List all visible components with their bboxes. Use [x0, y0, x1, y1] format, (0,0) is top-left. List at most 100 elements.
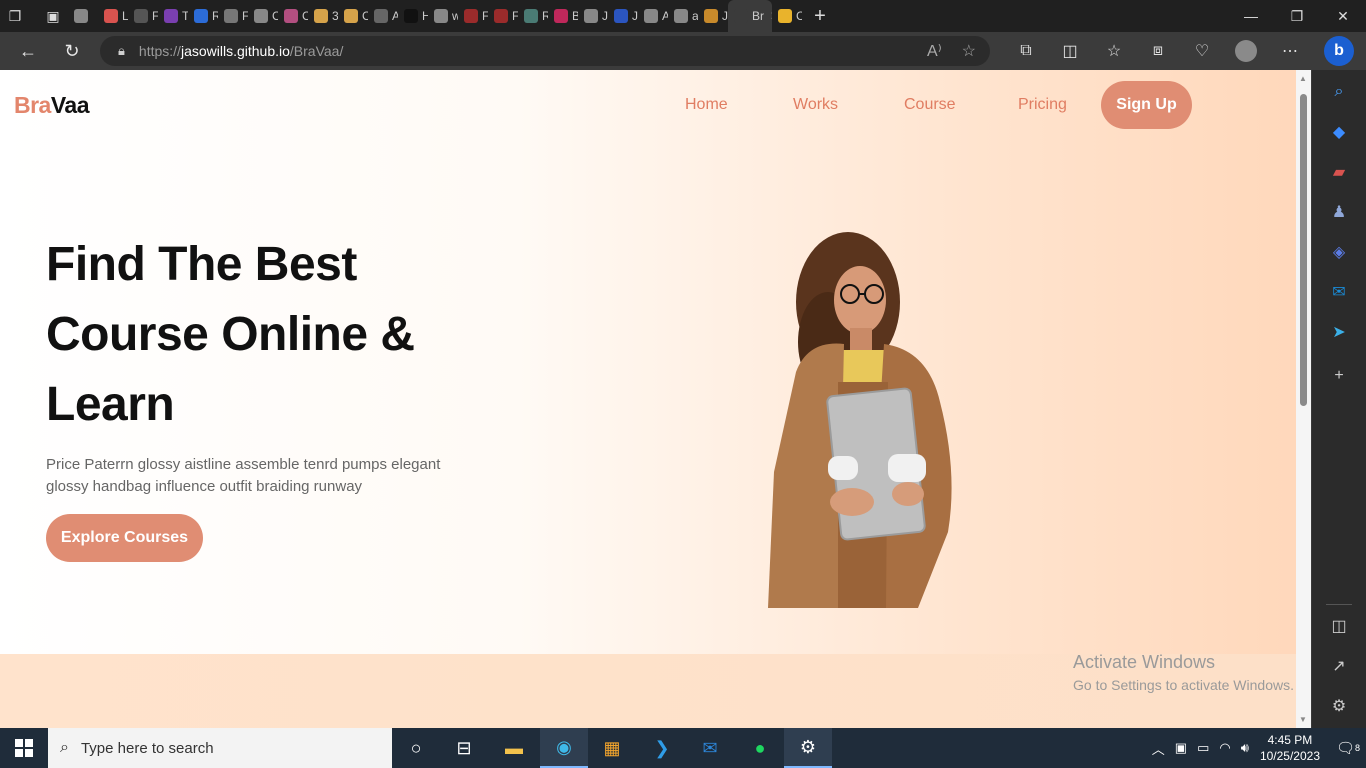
taskbar-clock[interactable]: 4:45 PM 10/25/2023: [1260, 732, 1320, 764]
mail-icon[interactable]: ✉: [686, 728, 734, 768]
scroll-up-arrow[interactable]: ▲: [1299, 74, 1307, 83]
restore-button[interactable]: ❐: [1274, 0, 1320, 32]
browser-tab[interactable]: Br✕: [728, 0, 772, 32]
browser-tab[interactable]: Fi: [128, 0, 158, 32]
back-button[interactable]: ←: [14, 38, 42, 64]
vscode-icon[interactable]: ❯: [638, 728, 686, 768]
browser-tab[interactable]: A: [638, 0, 668, 32]
more-menu-icon[interactable]: ⋯: [1268, 38, 1312, 64]
site-logo[interactable]: BraVaa: [14, 92, 90, 119]
window-controls: — ❐ ✕: [1228, 0, 1366, 32]
browser-tab[interactable]: Ju: [698, 0, 728, 32]
sign-up-button[interactable]: Sign Up: [1101, 81, 1192, 129]
add-sidebar-app-icon[interactable]: +: [1329, 366, 1349, 386]
browser-tab[interactable]: Le: [98, 0, 128, 32]
file-explorer-icon[interactable]: ▬: [490, 728, 538, 768]
browser-tab[interactable]: Fi: [488, 0, 518, 32]
open-external-icon[interactable]: ↗: [1329, 656, 1349, 676]
read-aloud-icon[interactable]: A⁾: [927, 41, 942, 61]
browser-tab[interactable]: C: [278, 0, 308, 32]
settings-app-icon[interactable]: ⚙: [784, 728, 832, 768]
microsoft-store-icon[interactable]: ▦: [588, 728, 636, 768]
browser-tab[interactable]: R: [518, 0, 548, 32]
browser-tab[interactable]: 3(: [308, 0, 338, 32]
tab-favicon-icon: [674, 9, 688, 23]
clock-time: 4:45 PM: [1267, 733, 1313, 747]
tools-briefcase-icon[interactable]: ▰: [1329, 162, 1349, 182]
browser-tab[interactable]: B: [548, 0, 578, 32]
bing-copilot-icon[interactable]: b: [1324, 36, 1354, 66]
tab-favicon-icon: [284, 9, 298, 23]
url-text: https://jasowills.github.io/BraVaa/: [138, 43, 344, 59]
shopping-tag-icon[interactable]: ◆: [1329, 122, 1349, 142]
refresh-button[interactable]: ↻: [58, 38, 86, 64]
spotify-icon[interactable]: ●: [736, 728, 784, 768]
tab-favicon-icon: [554, 9, 568, 23]
browser-tab[interactable]: C: [772, 0, 802, 32]
browser-tab[interactable]: w: [428, 0, 458, 32]
tab-actions-icon[interactable]: ▣: [38, 0, 68, 32]
scroll-thumb[interactable]: [1300, 94, 1307, 406]
taskbar-search-box[interactable]: ⌕ Type here to search: [48, 728, 392, 768]
cortana-icon[interactable]: ○: [392, 728, 440, 768]
page-scrollbar[interactable]: ▲ ▼: [1296, 70, 1311, 728]
nav-course-link[interactable]: Course: [904, 96, 956, 114]
browser-tab[interactable]: Re: [188, 0, 218, 32]
workspaces-icon[interactable]: ❐: [0, 0, 30, 32]
tab-favicon-icon: [734, 9, 748, 23]
favorites-icon[interactable]: ☆: [1092, 38, 1136, 64]
web-page: BraVaa Home Works Course Pricing Sign Up…: [0, 70, 1296, 728]
settings-gear-icon[interactable]: ⚙: [1329, 696, 1349, 716]
browser-tab[interactable]: Ja: [578, 0, 608, 32]
explore-courses-button[interactable]: Explore Courses: [46, 514, 203, 562]
hide-sidebar-icon[interactable]: ◫: [1329, 616, 1349, 636]
browser-tab[interactable]: Ja: [608, 0, 638, 32]
battery-icon[interactable]: ▭: [1197, 740, 1209, 756]
browser-tab[interactable]: Fi: [218, 0, 248, 32]
clock-date: 10/25/2023: [1259, 749, 1320, 763]
send-icon[interactable]: ➤: [1329, 322, 1349, 342]
nav-works-link[interactable]: Works: [793, 96, 838, 114]
tab-favicon-icon: [704, 9, 718, 23]
nav-pricing-link[interactable]: Pricing: [1018, 96, 1067, 114]
browser-tab[interactable]: Fi: [458, 0, 488, 32]
browser-tab[interactable]: A: [368, 0, 398, 32]
nav-home-link[interactable]: Home: [685, 96, 728, 114]
browser-tab[interactable]: Ti: [158, 0, 188, 32]
performance-icon[interactable]: ♡: [1180, 38, 1224, 64]
browser-tab[interactable]: [68, 0, 98, 32]
tab-favicon-icon: [778, 9, 792, 23]
collections-icon[interactable]: ⧈: [1136, 38, 1180, 64]
extensions-icon[interactable]: ⧉: [1004, 38, 1048, 64]
wifi-icon[interactable]: ◠: [1219, 740, 1230, 756]
browser-tab[interactable]: C: [248, 0, 278, 32]
headline-line: Course Online &: [46, 308, 415, 361]
edge-browser-icon[interactable]: ◉: [540, 728, 588, 768]
search-icon[interactable]: ⌕: [1329, 82, 1349, 102]
security-icon[interactable]: ▣: [1175, 740, 1187, 756]
task-view-icon[interactable]: ⊟: [440, 728, 488, 768]
notification-center-icon[interactable]: 🗨︎ 8: [1330, 728, 1366, 768]
split-screen-icon[interactable]: ◫: [1048, 38, 1092, 64]
favorite-star-icon[interactable]: ☆: [962, 41, 976, 61]
scroll-down-arrow[interactable]: ▼: [1299, 715, 1307, 724]
browser-tab[interactable]: C: [338, 0, 368, 32]
close-window-button[interactable]: ✕: [1320, 0, 1366, 32]
tab-favicon-icon: [74, 9, 88, 23]
profile-avatar[interactable]: [1235, 40, 1257, 62]
outlook-icon[interactable]: ✉: [1329, 282, 1349, 302]
microsoft-365-icon[interactable]: ◈: [1329, 242, 1349, 262]
games-icon[interactable]: ♟: [1329, 202, 1349, 222]
start-button[interactable]: [0, 728, 48, 768]
volume-icon[interactable]: 🔊︎: [1241, 740, 1249, 756]
browser-tab[interactable]: a(: [668, 0, 698, 32]
address-bar[interactable]: 🔒︎ https://jasowills.github.io/BraVaa/ A…: [100, 36, 990, 66]
new-tab-button[interactable]: +: [802, 5, 838, 28]
show-hidden-icons-chevron[interactable]: ︿: [1152, 739, 1165, 758]
browser-tab[interactable]: H: [398, 0, 428, 32]
minimize-button[interactable]: —: [1228, 0, 1274, 32]
hero-subtext: Price Paterrn glossy aistline assemble t…: [46, 456, 441, 495]
search-placeholder: Type here to search: [80, 739, 214, 757]
system-tray: ︿ ▣ ▭ ◠ 🔊︎ 4:45 PM 10/25/2023 🗨︎ 8: [1147, 728, 1366, 768]
tab-favicon-icon: [314, 9, 328, 23]
